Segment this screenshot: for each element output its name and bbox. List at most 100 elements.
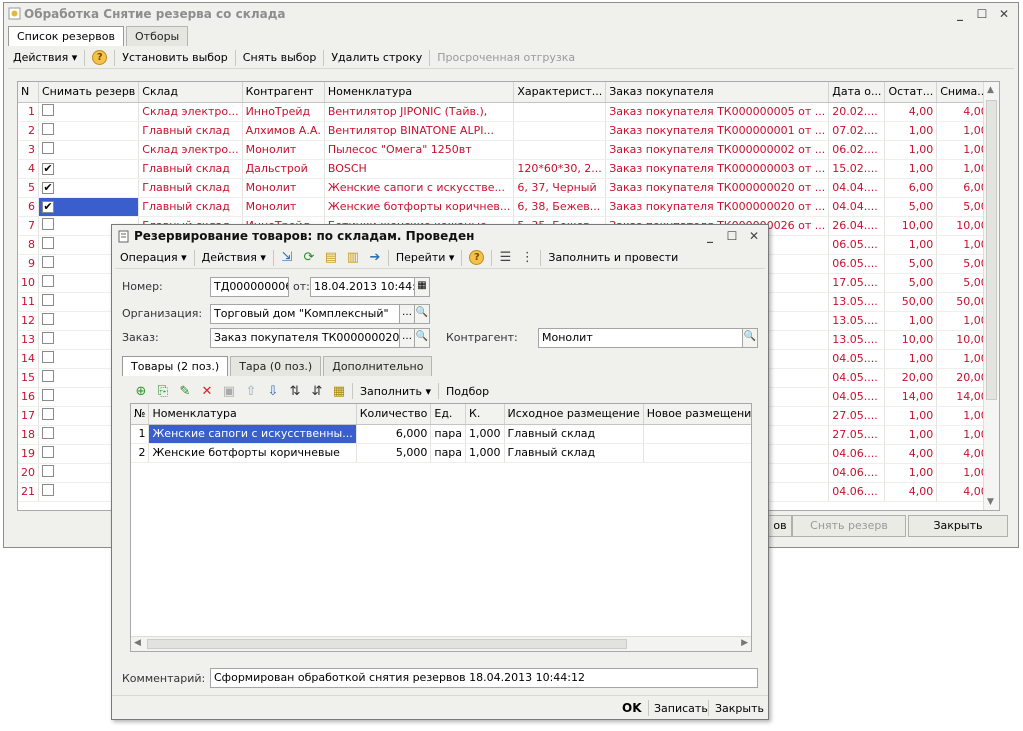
remove-reserve-checkbox[interactable]	[42, 484, 54, 496]
table-row[interactable]: 1 Склад электро... ИнноТрейд Вентилятор JIP…	[18, 102, 999, 122]
scroll-left-icon[interactable]: ◀	[134, 638, 141, 648]
actions-menu-button[interactable]: Действия ▾	[8, 48, 82, 68]
close-button[interactable]: Закрыть	[908, 515, 1008, 537]
maximize-icon[interactable]: ☐	[974, 3, 990, 25]
fill-menu-button[interactable]: Заполнить ▾	[355, 381, 436, 401]
save-button[interactable]: Записать	[649, 698, 713, 718]
remove-reserve-checkbox[interactable]	[42, 332, 54, 344]
remove-reserve-checkbox[interactable]	[42, 370, 54, 382]
add-row-icon[interactable]: ⊕	[133, 383, 149, 399]
refresh-icon[interactable]: ⟳	[301, 250, 317, 266]
col-warehouse[interactable]: Склад	[138, 82, 243, 103]
barcode-icon[interactable]: ▦	[331, 383, 347, 399]
remove-reserve-checkbox[interactable]	[42, 446, 54, 458]
table-row[interactable]: 6 ✔ Главный склад Монолит Женские ботфорты к…	[18, 197, 999, 217]
col-coef[interactable]: К.	[465, 404, 505, 425]
goods-row[interactable]: 1 Женские сапоги с искусственны... 6,000 па…	[131, 424, 751, 444]
hierarchy-icon[interactable]: ⋮	[519, 250, 535, 266]
table-row[interactable]: 4 ✔ Главный склад Дальстрой BOSCH 120*60*30, …	[18, 159, 999, 179]
search-icon[interactable]: 🔍	[742, 328, 758, 348]
table-row[interactable]: 2 Главный склад Алхимов А.А. Вентилятор BIN…	[18, 121, 999, 141]
order-field[interactable]: Заказ покупателя ТК000000020 от 0	[210, 328, 400, 348]
table-row[interactable]: 5 ✔ Главный склад Монолит Женские сапоги с и…	[18, 178, 999, 198]
remove-reserve-button[interactable]: Снять резерв	[792, 515, 906, 537]
remove-reserve-checkbox[interactable]	[42, 408, 54, 420]
remove-reserve-checkbox[interactable]	[42, 351, 54, 363]
dialog-close-button[interactable]: Закрыть	[710, 698, 769, 718]
tab-reserves[interactable]: Список резервов	[8, 26, 124, 46]
goods-row[interactable]: 2 Женские ботфорты коричневые 5,000 пара 1,0…	[131, 443, 751, 463]
maximize-icon[interactable]: ☐	[724, 225, 740, 247]
operation-menu-button[interactable]: Операция ▾	[115, 248, 192, 268]
search-icon[interactable]: 🔍	[414, 328, 430, 348]
structure-icon[interactable]: ☰	[497, 250, 513, 266]
overdue-shipment-button[interactable]: Просроченная отгрузка	[432, 48, 580, 68]
remove-reserve-checkbox[interactable]	[42, 142, 54, 154]
scroll-thumb[interactable]	[986, 100, 997, 400]
help-button[interactable]: ?	[87, 48, 112, 68]
remove-reserve-checkbox[interactable]	[42, 275, 54, 287]
sort-desc-icon[interactable]: ⇵	[309, 383, 325, 399]
partial-button[interactable]: ов	[768, 515, 792, 537]
save-icon[interactable]: ▣	[221, 383, 237, 399]
copy-row-icon[interactable]: ⎘	[155, 383, 171, 399]
tab-additional[interactable]: Дополнительно	[323, 356, 433, 376]
remove-reserve-checkbox[interactable]	[42, 465, 54, 477]
dialog-actions-menu-button[interactable]: Действия ▾	[197, 248, 271, 268]
goto-arrow-icon[interactable]: ➔	[367, 250, 383, 266]
date-field[interactable]: 18.04.2013 10:44:13	[310, 277, 415, 297]
col-partner[interactable]: Контрагент	[242, 82, 325, 103]
tab-container[interactable]: Тара (0 поз.)	[230, 356, 322, 376]
print-document-icon[interactable]: ▥	[345, 250, 361, 266]
select-items-button[interactable]: Подбор	[441, 381, 494, 401]
col-source-location[interactable]: Исходное размещение	[504, 404, 644, 425]
remove-reserve-checkbox[interactable]	[42, 104, 54, 116]
scroll-up-icon[interactable]: ▲	[987, 85, 994, 95]
col-index[interactable]: №	[131, 404, 150, 425]
scroll-down-icon[interactable]: ▼	[987, 497, 994, 507]
remove-reserve-checkbox[interactable]: ✔	[42, 182, 54, 194]
tab-goods[interactable]: Товары (2 поз.)	[122, 356, 229, 376]
col-new-location[interactable]: Новое размещение	[643, 404, 751, 425]
col-item[interactable]: Номенклатура	[324, 82, 515, 103]
col-characteristic[interactable]: Характерист...	[513, 82, 607, 103]
minimize-icon[interactable]: _	[952, 3, 968, 25]
goto-menu-button[interactable]: Перейти ▾	[391, 248, 460, 268]
remove-reserve-checkbox[interactable]: ✔	[42, 163, 54, 175]
calendar-icon[interactable]: ▦	[414, 277, 430, 297]
remove-reserve-checkbox[interactable]	[42, 256, 54, 268]
remove-reserve-checkbox[interactable]: ✔	[42, 201, 54, 213]
col-date[interactable]: Дата о...	[828, 82, 886, 103]
col-order[interactable]: Заказ покупателя	[605, 82, 830, 103]
select-ellipsis-icon[interactable]: …	[399, 304, 415, 324]
horizontal-scrollbar[interactable]: ◀ ▶	[131, 636, 751, 651]
remove-reserve-checkbox[interactable]	[42, 294, 54, 306]
ok-button[interactable]: OK	[617, 698, 647, 718]
col-remove-reserve[interactable]: Снимать резерв	[38, 82, 140, 103]
sort-asc-icon[interactable]: ⇅	[287, 383, 303, 399]
col-quantity[interactable]: Количество	[356, 404, 432, 425]
edit-icon[interactable]: ✎	[177, 383, 193, 399]
dialog-help-button[interactable]: ?	[464, 248, 489, 268]
col-n[interactable]: N	[18, 82, 39, 103]
scroll-right-icon[interactable]: ▶	[741, 638, 748, 648]
remove-reserve-checkbox[interactable]	[42, 218, 54, 230]
clear-selection-button[interactable]: Снять выбор	[238, 48, 322, 68]
search-icon[interactable]: 🔍	[414, 304, 430, 324]
col-unit[interactable]: Ед.	[430, 404, 467, 425]
close-icon[interactable]: ✕	[746, 225, 762, 247]
delete-row-button[interactable]: Удалить строку	[326, 48, 427, 68]
copy-document-icon[interactable]: ▤	[323, 250, 339, 266]
set-selection-button[interactable]: Установить выбор	[117, 48, 233, 68]
col-rest[interactable]: Остат...	[884, 82, 938, 103]
post-document-icon[interactable]: ⇲	[279, 250, 295, 266]
fill-and-post-button[interactable]: Заполнить и провести	[543, 248, 683, 268]
comment-field[interactable]: Сформирован обработкой снятия резервов 1…	[210, 668, 758, 688]
select-ellipsis-icon[interactable]: …	[399, 328, 415, 348]
partner-field[interactable]: Монолит	[538, 328, 744, 348]
scroll-thumb[interactable]	[147, 639, 627, 649]
remove-reserve-checkbox[interactable]	[42, 313, 54, 325]
organization-field[interactable]: Торговый дом "Комплексный"	[210, 304, 400, 324]
remove-reserve-checkbox[interactable]	[42, 123, 54, 135]
move-up-icon[interactable]: ⇧	[243, 383, 259, 399]
